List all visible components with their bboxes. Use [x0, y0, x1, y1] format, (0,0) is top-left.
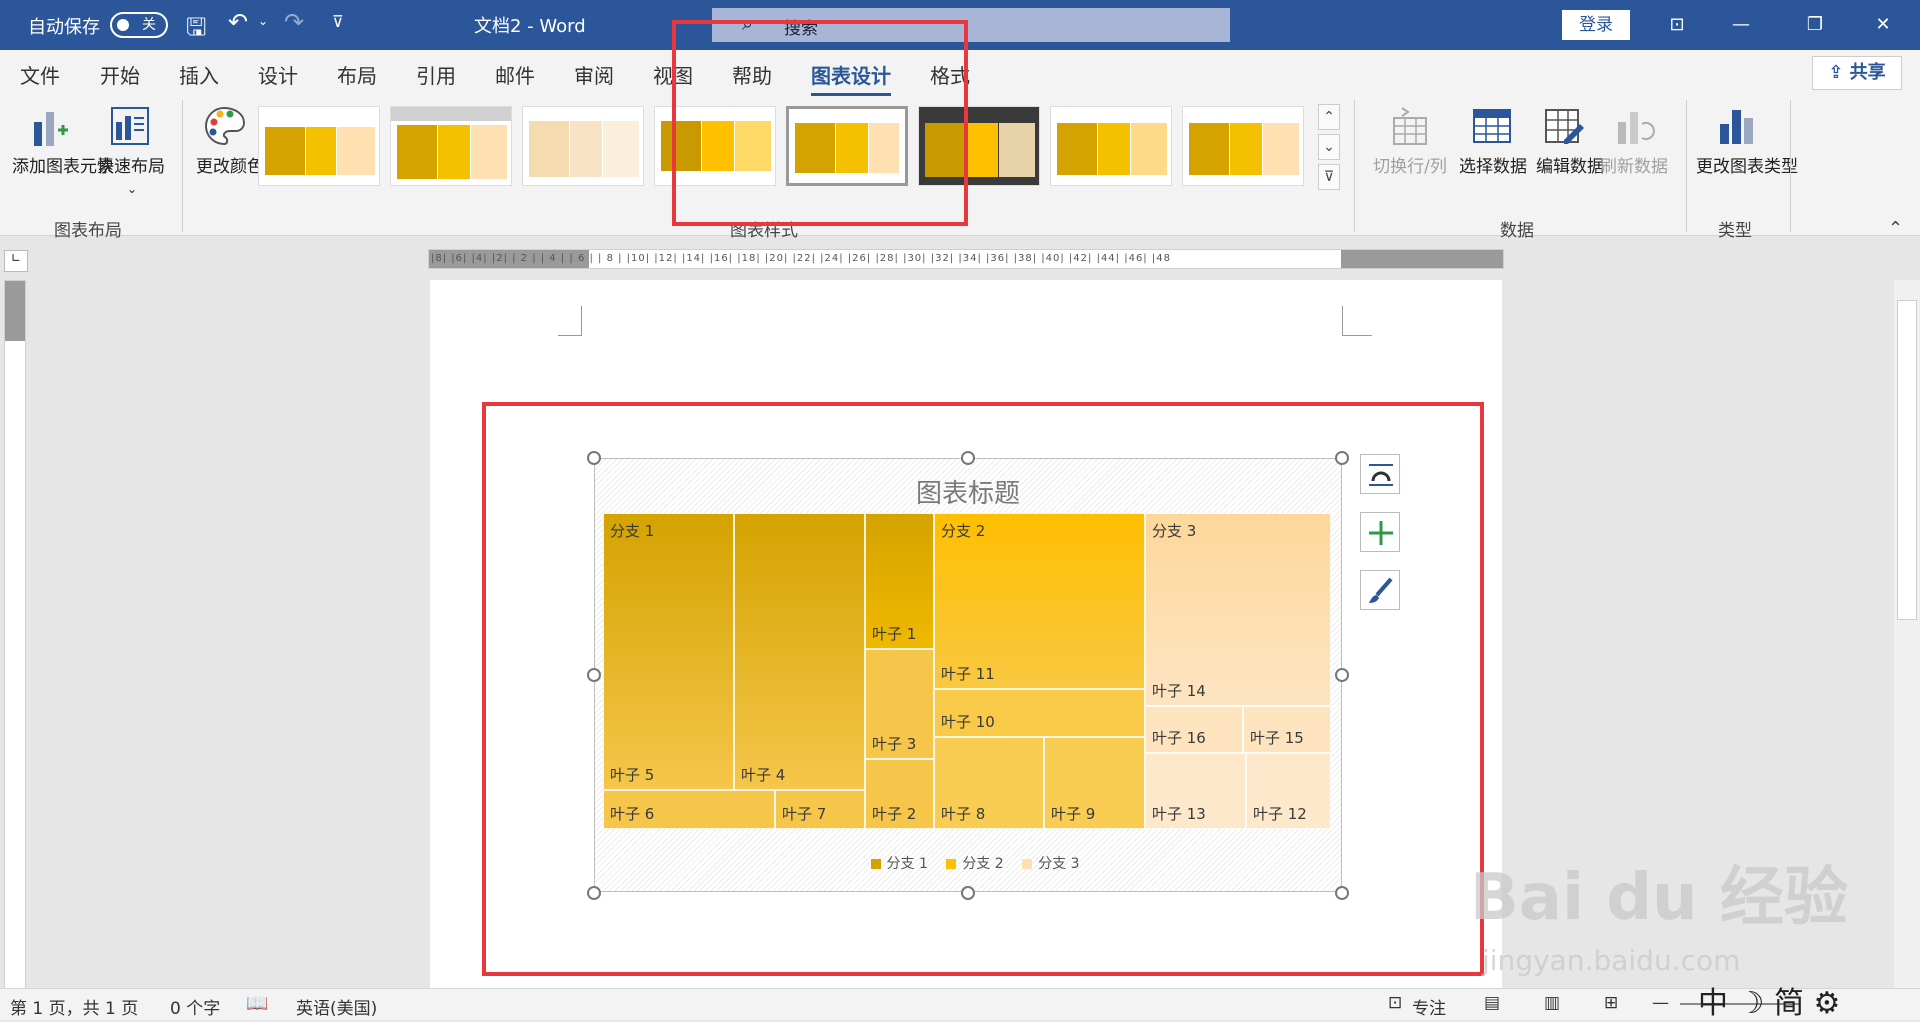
change-colors-button[interactable]: 更改颜色 — [196, 156, 264, 178]
read-mode-icon[interactable]: ▤ — [1484, 993, 1500, 1013]
restore-icon[interactable]: ❐ — [1800, 10, 1830, 40]
tab-mailings[interactable]: 邮件 — [495, 60, 535, 89]
tab-insert[interactable]: 插入 — [179, 60, 219, 89]
group-chart-layout: 图表布局 — [54, 221, 122, 241]
web-layout-icon[interactable]: ⊞ — [1604, 993, 1618, 1013]
corner-mark — [558, 306, 582, 336]
undo-dropdown-icon[interactable]: ⌄ — [258, 14, 268, 28]
ribbon-separator — [1686, 100, 1687, 232]
focus-mode[interactable]: 专注 — [1412, 994, 1446, 1019]
collapse-ribbon-icon[interactable]: ⌃ — [1888, 218, 1903, 239]
gallery-up-icon[interactable]: ⌃ — [1318, 104, 1340, 130]
change-chart-type-button[interactable]: 更改图表类型 — [1696, 156, 1798, 178]
zoom-out-icon[interactable]: — — [1652, 993, 1669, 1013]
login-button[interactable]: 登录 — [1562, 10, 1630, 40]
quick-layout-button[interactable]: 快速布局 — [92, 156, 170, 178]
chart-style-3[interactable] — [522, 106, 644, 186]
switch-row-col-button[interactable]: 切换行/列 — [1370, 156, 1450, 178]
chart-style-7[interactable] — [1050, 106, 1172, 186]
print-layout-icon[interactable]: ▥ — [1544, 993, 1560, 1013]
chart-style-2[interactable] — [390, 106, 512, 186]
tab-layout[interactable]: 布局 — [337, 60, 377, 89]
tab-design[interactable]: 设计 — [258, 60, 298, 89]
share-button[interactable]: ⇪ 共享 — [1812, 56, 1902, 90]
quick-layout-icon[interactable] — [108, 104, 152, 148]
group-type: 类型 — [1718, 221, 1752, 241]
page-count[interactable]: 第 1 页，共 1 页 — [10, 994, 138, 1019]
close-icon[interactable]: ✕ — [1868, 10, 1898, 40]
change-chart-type-icon[interactable] — [1714, 104, 1758, 148]
proofing-icon[interactable]: 📖 — [246, 993, 268, 1014]
tab-references[interactable]: 引用 — [416, 60, 456, 89]
ribbon-separator — [182, 100, 183, 232]
ribbon-separator — [1354, 100, 1355, 232]
save-icon[interactable]: 🖫 — [186, 10, 206, 51]
refresh-data-icon[interactable] — [1612, 104, 1656, 148]
share-label: 共享 — [1849, 62, 1886, 83]
undo-icon[interactable]: ↶ — [228, 8, 248, 36]
tab-review[interactable]: 审阅 — [574, 60, 614, 89]
refresh-data-button[interactable]: 刷新数据 — [1594, 156, 1674, 178]
tab-file[interactable]: 文件 — [20, 60, 60, 89]
horizontal-ruler[interactable]: |8| |6| |4| |2| | 2 | | 4 | | 6 | | 8 | … — [428, 249, 1504, 269]
chevron-down-icon[interactable]: ⌄ — [122, 178, 142, 200]
autosave-label: 自动保存 — [28, 17, 100, 38]
palette-icon[interactable] — [202, 104, 246, 148]
document-title: 文档2 - Word — [474, 16, 586, 37]
autosave-state: 关 — [142, 17, 156, 33]
ribbon-separator — [1790, 100, 1791, 232]
ime-toolbar[interactable]: 中 ☽ 简 ⚙ — [1698, 978, 1840, 1022]
vertical-ruler[interactable] — [4, 280, 26, 990]
highlight-box-chart — [482, 402, 1484, 976]
customize-toolbar-icon[interactable]: ⊽ — [332, 12, 344, 31]
language-status[interactable]: 英语(美国) — [296, 994, 377, 1019]
share-icon: ⇪ — [1828, 62, 1850, 83]
add-chart-element-icon[interactable] — [28, 104, 72, 148]
gallery-down-icon[interactable]: ⌄ — [1318, 134, 1340, 160]
status-bar: 第 1 页，共 1 页 0 个字 📖 英语(美国) ⊡ 专注 ▤ ▥ ⊞ — — [0, 988, 1920, 1020]
watermark-url: jingyan.baidu.com — [1482, 944, 1741, 977]
edit-data-icon[interactable] — [1542, 104, 1586, 148]
tab-home[interactable]: 开始 — [100, 60, 140, 89]
chart-style-1[interactable] — [258, 106, 380, 186]
chart-style-8[interactable] — [1182, 106, 1304, 186]
gallery-more-icon[interactable]: ⊽ — [1318, 164, 1340, 190]
redo-icon[interactable]: ↷ — [284, 8, 304, 36]
autosave-toggle[interactable]: 关 — [110, 12, 168, 38]
switch-row-col-icon[interactable] — [1388, 104, 1432, 148]
corner-mark — [1342, 306, 1372, 336]
add-chart-element-button[interactable]: 添加图表元素 — [12, 156, 114, 178]
select-data-icon[interactable] — [1470, 104, 1514, 148]
edit-data-button[interactable]: 编辑数据 — [1536, 156, 1604, 178]
group-data: 数据 — [1500, 221, 1534, 241]
focus-icon[interactable]: ⊡ — [1388, 993, 1402, 1013]
select-data-button[interactable]: 选择数据 — [1456, 156, 1530, 178]
ribbon-display-icon[interactable]: ⊡ — [1662, 10, 1692, 40]
vertical-scrollbar[interactable] — [1894, 280, 1920, 990]
scrollbar-thumb[interactable] — [1897, 300, 1917, 620]
tab-selector-icon[interactable]: ∟ — [4, 250, 28, 272]
toggle-knob — [117, 19, 129, 31]
minimize-icon[interactable]: — — [1726, 10, 1756, 40]
highlight-box-gallery — [672, 20, 968, 226]
word-count[interactable]: 0 个字 — [170, 994, 220, 1019]
watermark-brand: Bai du 经验 — [1470, 861, 1848, 935]
